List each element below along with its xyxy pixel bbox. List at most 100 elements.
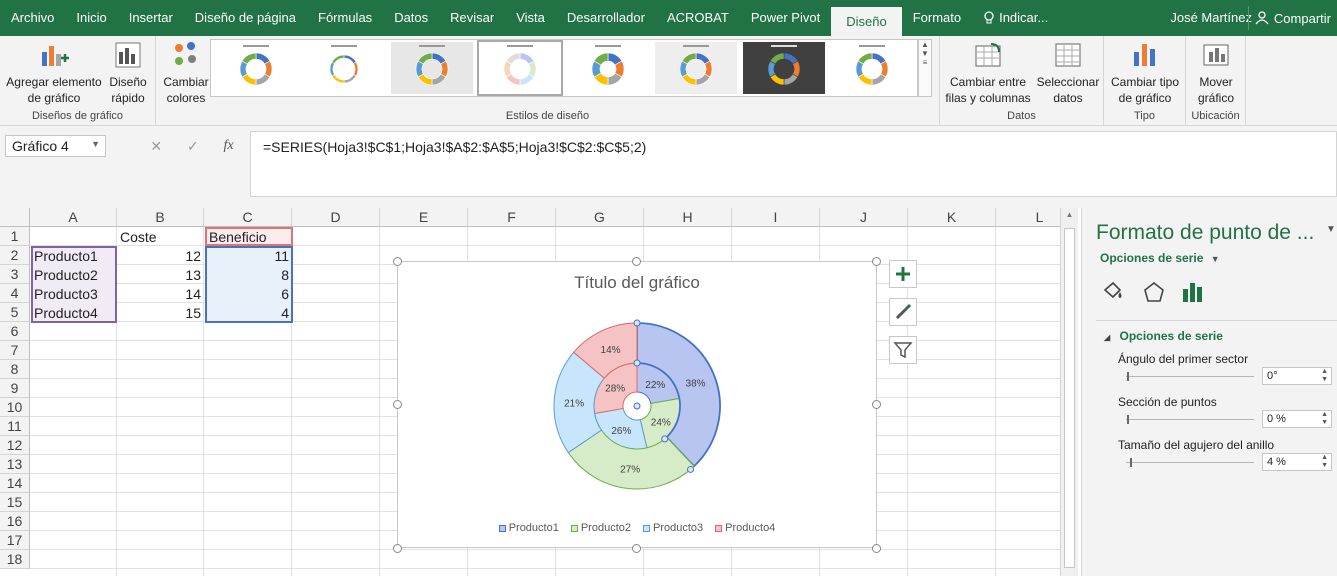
explosion-input[interactable]: 0 % ▲ ▼ bbox=[1262, 410, 1332, 428]
hole-slider-track[interactable] bbox=[1126, 462, 1254, 463]
point-selection-handle[interactable] bbox=[687, 465, 695, 473]
cell-b2[interactable]: 12 bbox=[117, 247, 204, 266]
column-header-k[interactable]: K bbox=[908, 208, 996, 227]
spinner-icon[interactable]: ▲ ▼ bbox=[1321, 411, 1328, 427]
data-label[interactable]: 27% bbox=[620, 465, 640, 476]
scroll-up-icon[interactable]: ▲ bbox=[1061, 210, 1078, 219]
cell-c5[interactable]: 4 bbox=[205, 304, 292, 323]
cell-a3[interactable]: Producto2 bbox=[31, 266, 101, 285]
column-header-g[interactable]: G bbox=[556, 208, 644, 227]
chart-elements-button[interactable] bbox=[889, 260, 917, 288]
tab-revisar[interactable]: Revisar bbox=[439, 0, 505, 36]
move-chart-button[interactable]: Mover gráfico bbox=[1188, 40, 1244, 106]
resize-handle-ne[interactable] bbox=[872, 257, 881, 266]
row-header-1[interactable]: 1 bbox=[0, 227, 30, 246]
cancel-icon[interactable]: ✕ bbox=[150, 138, 162, 155]
resize-handle-s[interactable] bbox=[632, 544, 641, 553]
point-selection-handle[interactable] bbox=[633, 359, 641, 367]
cell-b3[interactable]: 13 bbox=[117, 266, 204, 285]
doughnut-chart[interactable]: 22% 24% 26% 28% 38% 27% 21% 14% bbox=[398, 262, 878, 549]
row-header-13[interactable]: 13 bbox=[0, 455, 30, 474]
resize-handle-se[interactable] bbox=[872, 544, 881, 553]
resize-handle-e[interactable] bbox=[872, 400, 881, 409]
vertical-scrollbar[interactable]: ▲ bbox=[1060, 208, 1078, 576]
angle-slider-thumb[interactable] bbox=[1127, 372, 1129, 381]
row-header-11[interactable]: 11 bbox=[0, 417, 30, 436]
chart-filters-button[interactable] bbox=[889, 336, 917, 364]
tab-inicio[interactable]: Inicio bbox=[65, 0, 117, 36]
row-header-8[interactable]: 8 bbox=[0, 360, 30, 379]
cell-a4[interactable]: Producto3 bbox=[31, 285, 101, 304]
cell-a2[interactable]: Producto1 bbox=[31, 247, 101, 266]
change-colors-button[interactable]: Cambiar colores bbox=[158, 40, 214, 106]
series-options-dropdown[interactable]: Opciones de serie ▼ bbox=[1100, 251, 1220, 265]
tab-desarrollador[interactable]: Desarrollador bbox=[556, 0, 656, 36]
tab-formulas[interactable]: Fórmulas bbox=[307, 0, 383, 36]
switch-row-column-button[interactable]: Cambiar entre filas y columnas bbox=[942, 40, 1034, 106]
explosion-slider-track[interactable] bbox=[1126, 419, 1254, 420]
point-selection-handle[interactable] bbox=[661, 435, 669, 443]
angle-slider-track[interactable] bbox=[1126, 376, 1254, 377]
series-options-icon[interactable] bbox=[1181, 280, 1205, 304]
chart-style-thumb-3[interactable] bbox=[391, 42, 473, 94]
share-button[interactable]: Compartir bbox=[1247, 6, 1337, 30]
row-header-12[interactable]: 12 bbox=[0, 436, 30, 455]
column-header-d[interactable]: D bbox=[292, 208, 380, 227]
tab-vista[interactable]: Vista bbox=[505, 0, 556, 36]
column-header-c[interactable]: C bbox=[204, 208, 292, 227]
enter-icon[interactable]: ✓ bbox=[187, 138, 199, 155]
insert-function-button[interactable]: fx bbox=[223, 138, 233, 154]
cell-a5[interactable]: Producto4 bbox=[31, 304, 101, 323]
cell-c1[interactable]: Beneficio bbox=[206, 228, 270, 247]
data-label[interactable]: 24% bbox=[651, 418, 671, 429]
angle-input[interactable]: 0° ▲ ▼ bbox=[1262, 367, 1332, 385]
change-chart-type-button[interactable]: Cambiar tipo de gráfico bbox=[1106, 40, 1184, 106]
column-header-a[interactable]: A bbox=[30, 208, 117, 227]
resize-handle-n[interactable] bbox=[632, 257, 641, 266]
column-header-b[interactable]: B bbox=[117, 208, 204, 227]
section-series-options[interactable]: ◢ Opciones de serie bbox=[1104, 329, 1223, 343]
legend-item[interactable]: Producto4 bbox=[715, 522, 775, 534]
data-label[interactable]: 22% bbox=[645, 380, 665, 391]
chart-style-thumb-2[interactable] bbox=[303, 42, 385, 94]
data-label[interactable]: 38% bbox=[686, 379, 706, 390]
row-header-3[interactable]: 3 bbox=[0, 265, 30, 284]
tab-formato[interactable]: Formato bbox=[902, 0, 972, 36]
tab-power-pivot[interactable]: Power Pivot bbox=[740, 0, 831, 36]
tab-acrobat[interactable]: ACROBAT bbox=[656, 0, 740, 36]
name-box[interactable]: Gráfico 4 ▼ bbox=[5, 135, 106, 157]
legend-item[interactable]: Producto3 bbox=[643, 522, 703, 534]
chart-legend[interactable]: Producto1 Producto2 Producto3 Producto4 bbox=[398, 522, 876, 534]
chart-style-thumb-6[interactable] bbox=[655, 42, 737, 94]
row-header-5[interactable]: 5 bbox=[0, 303, 30, 322]
tab-diseno[interactable]: Diseño bbox=[831, 7, 902, 36]
tab-insertar[interactable]: Insertar bbox=[118, 0, 184, 36]
tab-diseno-pagina[interactable]: Diseño de página bbox=[184, 0, 307, 36]
cell-b1[interactable]: Coste bbox=[117, 228, 160, 247]
row-header-17[interactable]: 17 bbox=[0, 531, 30, 550]
point-selection-handle[interactable] bbox=[633, 402, 641, 410]
cell-b5[interactable]: 15 bbox=[117, 304, 204, 323]
cell-b4[interactable]: 14 bbox=[117, 285, 204, 304]
spinner-icon[interactable]: ▲ ▼ bbox=[1321, 368, 1328, 384]
row-header-16[interactable]: 16 bbox=[0, 512, 30, 531]
column-header-e[interactable]: E bbox=[380, 208, 468, 227]
tab-archivo[interactable]: Archivo bbox=[0, 0, 65, 36]
chart-style-thumb-4[interactable] bbox=[477, 40, 563, 96]
pane-menu-icon[interactable]: ▼ bbox=[1326, 224, 1336, 235]
data-label[interactable]: 28% bbox=[605, 384, 625, 395]
row-header-6[interactable]: 6 bbox=[0, 322, 30, 341]
row-header-2[interactable]: 2 bbox=[0, 246, 30, 265]
row-header-9[interactable]: 9 bbox=[0, 379, 30, 398]
column-header-h[interactable]: H bbox=[644, 208, 732, 227]
column-header-f[interactable]: F bbox=[468, 208, 556, 227]
chart-style-thumb-5[interactable] bbox=[567, 42, 649, 94]
resize-handle-nw[interactable] bbox=[393, 257, 402, 266]
chevron-down-icon[interactable]: ▼ bbox=[91, 139, 100, 149]
resize-handle-sw[interactable] bbox=[393, 544, 402, 553]
tell-me-box[interactable]: Indicar... bbox=[972, 0, 1059, 36]
spinner-icon[interactable]: ▲ ▼ bbox=[1321, 454, 1328, 470]
add-chart-element-button[interactable]: Agregar elemento de gráfico bbox=[2, 40, 106, 106]
scroll-thumb[interactable] bbox=[1064, 228, 1075, 568]
chart-area[interactable]: Título del gráfico 22% 24% 26% 28% 38% 27% 21%… bbox=[397, 261, 877, 548]
